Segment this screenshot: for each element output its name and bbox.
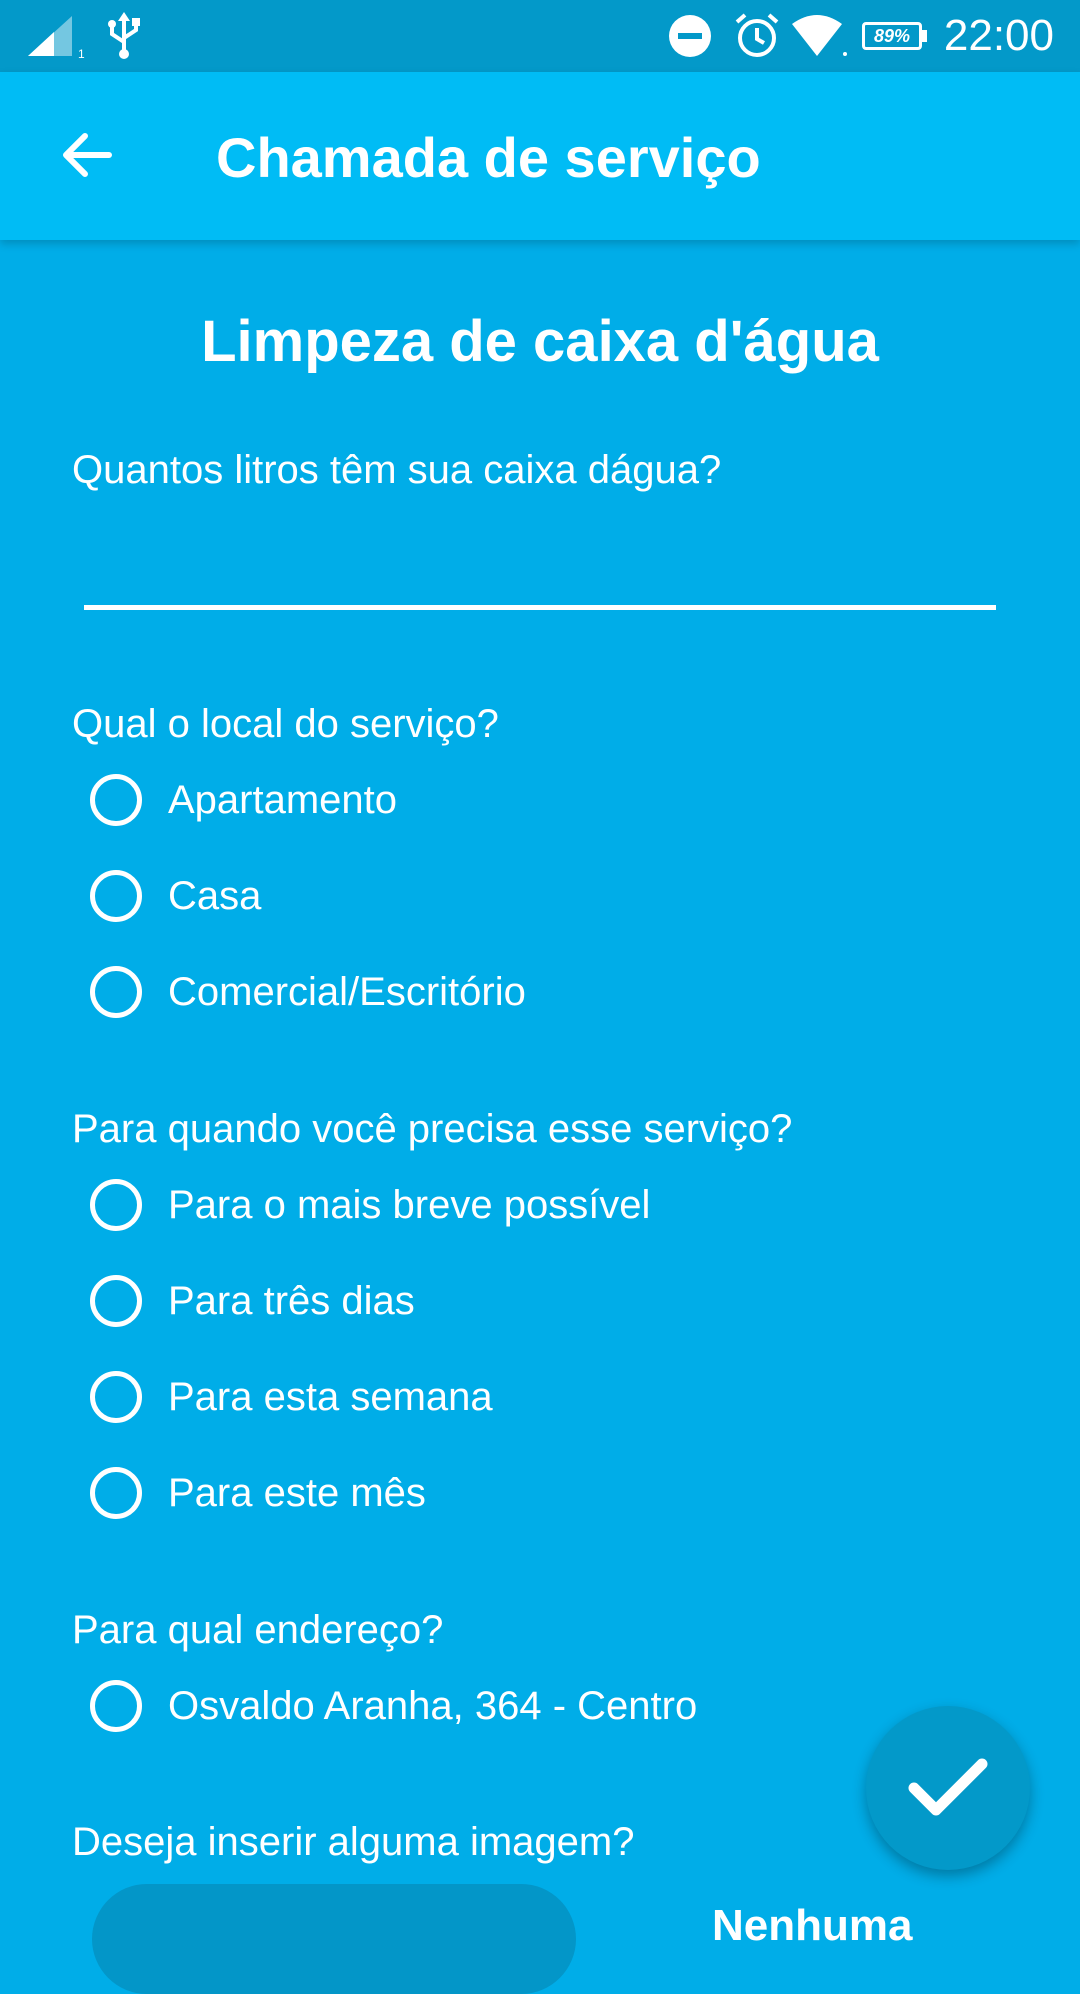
question-location: Qual o local do serviço?: [72, 702, 499, 746]
radio-circle[interactable]: [90, 1680, 142, 1732]
radio-label: Osvaldo Aranha, 364 - Centro: [168, 1684, 698, 1728]
radio-label: Para três dias: [168, 1279, 415, 1323]
radio-option-comercial[interactable]: Comercial/Escritório: [90, 960, 526, 1024]
radio-option-casa[interactable]: Casa: [90, 864, 261, 928]
radio-option-breve[interactable]: Para o mais breve possível: [90, 1173, 650, 1237]
radio-option-apartamento[interactable]: Apartamento: [90, 768, 397, 832]
radio-circle[interactable]: [90, 774, 142, 826]
radio-option-mes[interactable]: Para este mês: [90, 1461, 426, 1525]
insert-image-button[interactable]: [92, 1884, 576, 1994]
radio-label: Comercial/Escritório: [168, 970, 526, 1014]
no-image-label: Nenhuma: [712, 1901, 913, 1950]
radio-circle[interactable]: [90, 1371, 142, 1423]
battery-icon: 89%: [862, 22, 922, 50]
radio-circle[interactable]: [90, 870, 142, 922]
app-bar-title: Chamada de serviço: [216, 126, 761, 189]
liters-input[interactable]: [84, 520, 996, 610]
radio-circle[interactable]: [90, 1179, 142, 1231]
radio-option-semana[interactable]: Para esta semana: [90, 1365, 493, 1429]
radio-option-address[interactable]: Osvaldo Aranha, 364 - Centro: [90, 1674, 697, 1738]
signal-icon: 1: [28, 16, 85, 60]
radio-label: Para esta semana: [168, 1375, 493, 1419]
radio-label: Casa: [168, 874, 262, 918]
radio-circle[interactable]: [90, 966, 142, 1018]
alarm-icon: [735, 13, 779, 57]
radio-label: Para este mês: [168, 1471, 426, 1515]
question-liters: Quantos litros têm sua caixa dágua?: [72, 448, 722, 492]
check-icon: [908, 1758, 988, 1816]
status-time: 22:00: [943, 11, 1054, 60]
wifi-icon: [792, 15, 847, 56]
radio-label: Apartamento: [168, 778, 398, 822]
svg-text:1: 1: [78, 47, 85, 60]
radio-circle[interactable]: [90, 1467, 142, 1519]
question-address: Para qual endereço?: [72, 1608, 444, 1652]
battery-tip: [922, 30, 927, 42]
back-button[interactable]: [42, 110, 132, 200]
app-bar: Chamada de serviço: [0, 72, 1080, 240]
arrow-left-icon: [63, 133, 112, 177]
usb-icon: [108, 12, 140, 59]
confirm-fab-button[interactable]: [866, 1706, 1030, 1870]
question-when: Para quando você precisa esse serviço?: [72, 1107, 793, 1151]
radio-option-tres-dias[interactable]: Para três dias: [90, 1269, 415, 1333]
question-image: Deseja inserir alguma imagem?: [72, 1820, 635, 1864]
do-not-disturb-icon: [669, 15, 711, 57]
page-title: Limpeza de caixa d'água: [201, 309, 879, 374]
radio-circle[interactable]: [90, 1275, 142, 1327]
status-bar: 1 89% 22:00: [0, 0, 1080, 72]
battery-percentage: 89%: [873, 26, 911, 46]
radio-label: Para o mais breve possível: [168, 1183, 651, 1227]
